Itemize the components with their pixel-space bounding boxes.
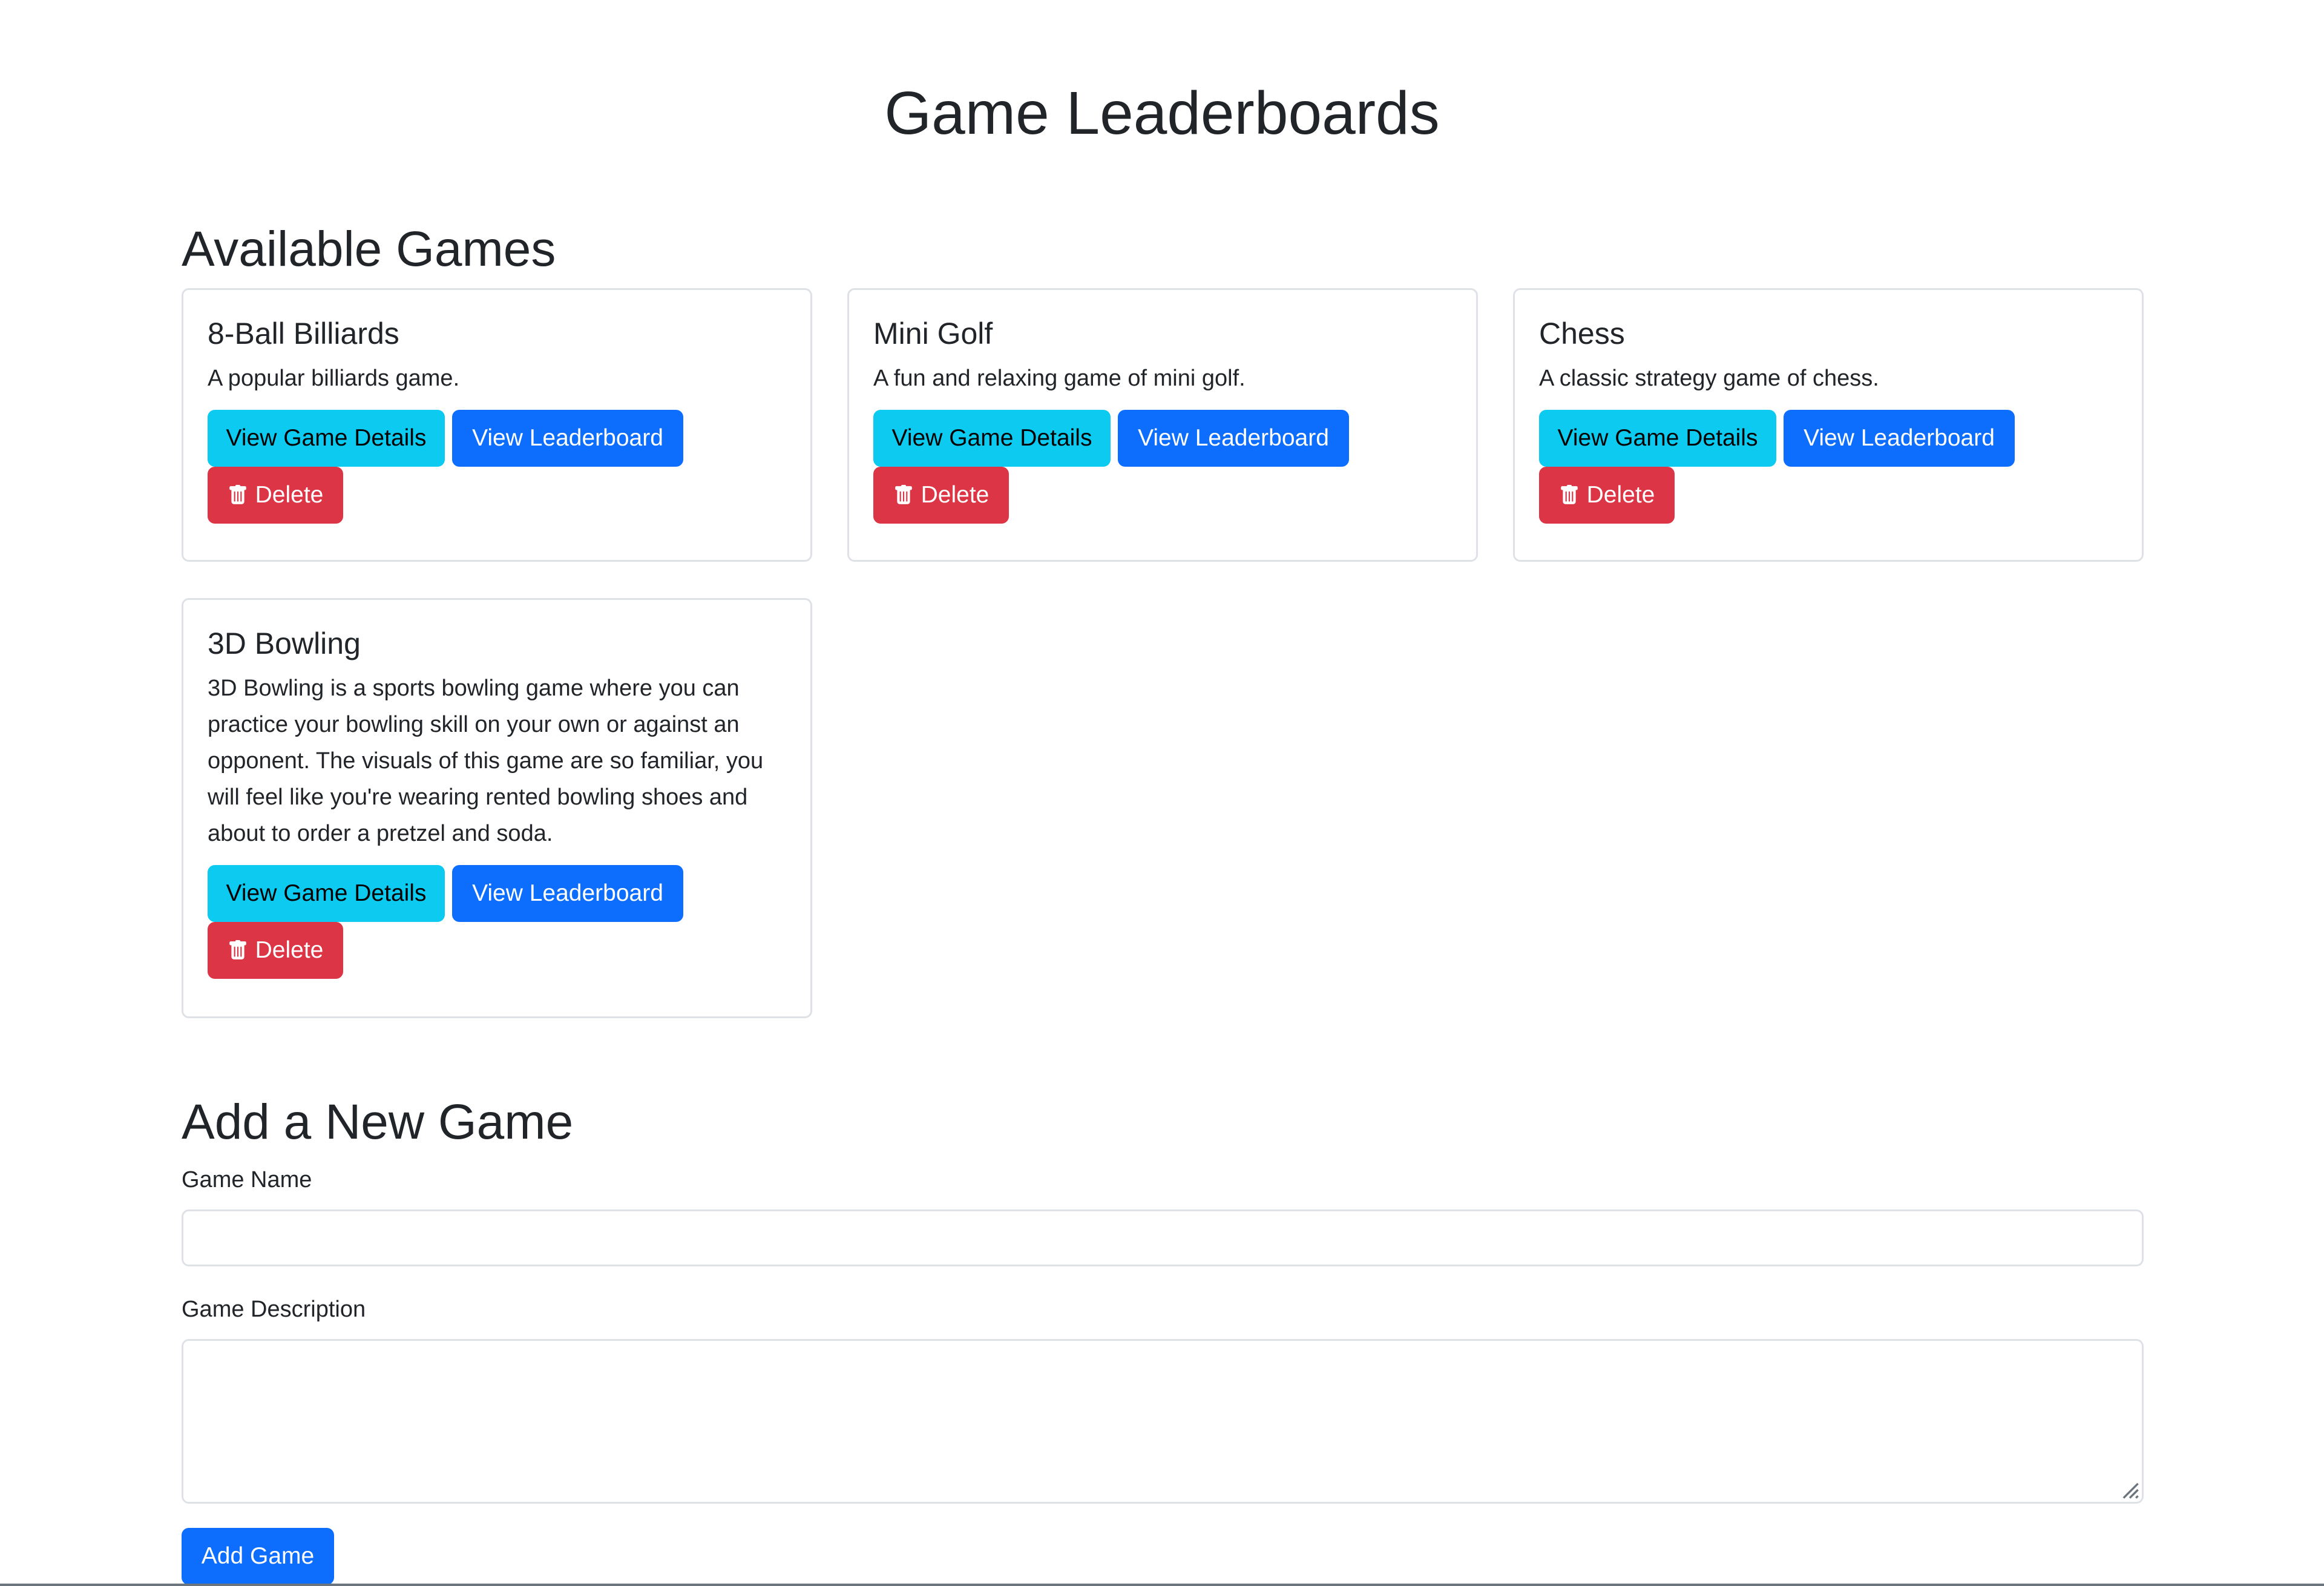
game-title: 3D Bowling [208, 627, 361, 660]
game-card-chess: Chess A classic strategy game of chess. … [1513, 288, 2144, 562]
game-description: A classic strategy game of chess. [1539, 366, 1879, 391]
view-leaderboard-button[interactable]: View Leaderboard [452, 865, 683, 922]
trash-icon [894, 485, 912, 504]
game-actions: View Game Details View Leaderboard Delet… [208, 865, 786, 979]
game-name-label: Game Name [182, 1167, 312, 1193]
delete-label: Delete [255, 482, 324, 508]
game-title: Mini Golf [873, 317, 993, 350]
view-game-details-button[interactable]: View Game Details [208, 410, 445, 467]
delete-label: Delete [255, 937, 324, 963]
delete-button[interactable]: Delete [208, 467, 343, 524]
game-card-8-ball-billiards: 8-Ball Billiards A popular billiards gam… [182, 288, 812, 562]
trash-icon [229, 940, 246, 959]
add-game-button[interactable]: Add Game [182, 1528, 334, 1585]
delete-button[interactable]: Delete [208, 922, 343, 979]
resize-grip-icon[interactable] [2119, 1479, 2140, 1500]
game-description-wrapper [182, 1339, 2144, 1504]
game-description-textarea[interactable] [182, 1339, 2144, 1504]
view-leaderboard-button[interactable]: View Leaderboard [1784, 410, 2015, 467]
view-leaderboard-button[interactable]: View Leaderboard [452, 410, 683, 467]
game-description-label: Game Description [182, 1297, 366, 1322]
available-games-heading: Available Games [182, 222, 556, 277]
page-title: Game Leaderboards [884, 79, 1440, 147]
add-game-heading: Add a New Game [182, 1094, 574, 1150]
game-name-input[interactable] [182, 1209, 2144, 1266]
game-actions: View Game Details View Leaderboard Delet… [208, 410, 786, 524]
game-actions: View Game Details View Leaderboard Delet… [1539, 410, 2118, 524]
game-description: 3D Bowling is a sports bowling game wher… [208, 676, 764, 846]
trash-icon [1560, 485, 1578, 504]
delete-label: Delete [1586, 482, 1655, 508]
view-game-details-button[interactable]: View Game Details [208, 865, 445, 922]
game-actions: View Game Details View Leaderboard Delet… [873, 410, 1452, 524]
game-card-3d-bowling: 3D Bowling 3D Bowling is a sports bowlin… [182, 598, 812, 1018]
game-card-mini-golf: Mini Golf A fun and relaxing game of min… [847, 288, 1478, 562]
game-title: Chess [1539, 317, 1625, 350]
view-game-details-button[interactable]: View Game Details [873, 410, 1111, 467]
delete-label: Delete [921, 482, 990, 508]
game-description: A fun and relaxing game of mini golf. [873, 366, 1246, 391]
trash-icon [229, 485, 246, 504]
game-title: 8-Ball Billiards [208, 317, 399, 350]
view-game-details-button[interactable]: View Game Details [1539, 410, 1776, 467]
bottom-divider [0, 1584, 2324, 1586]
view-leaderboard-button[interactable]: View Leaderboard [1118, 410, 1349, 467]
delete-button[interactable]: Delete [1539, 467, 1675, 524]
game-description: A popular billiards game. [208, 366, 460, 391]
delete-button[interactable]: Delete [873, 467, 1009, 524]
